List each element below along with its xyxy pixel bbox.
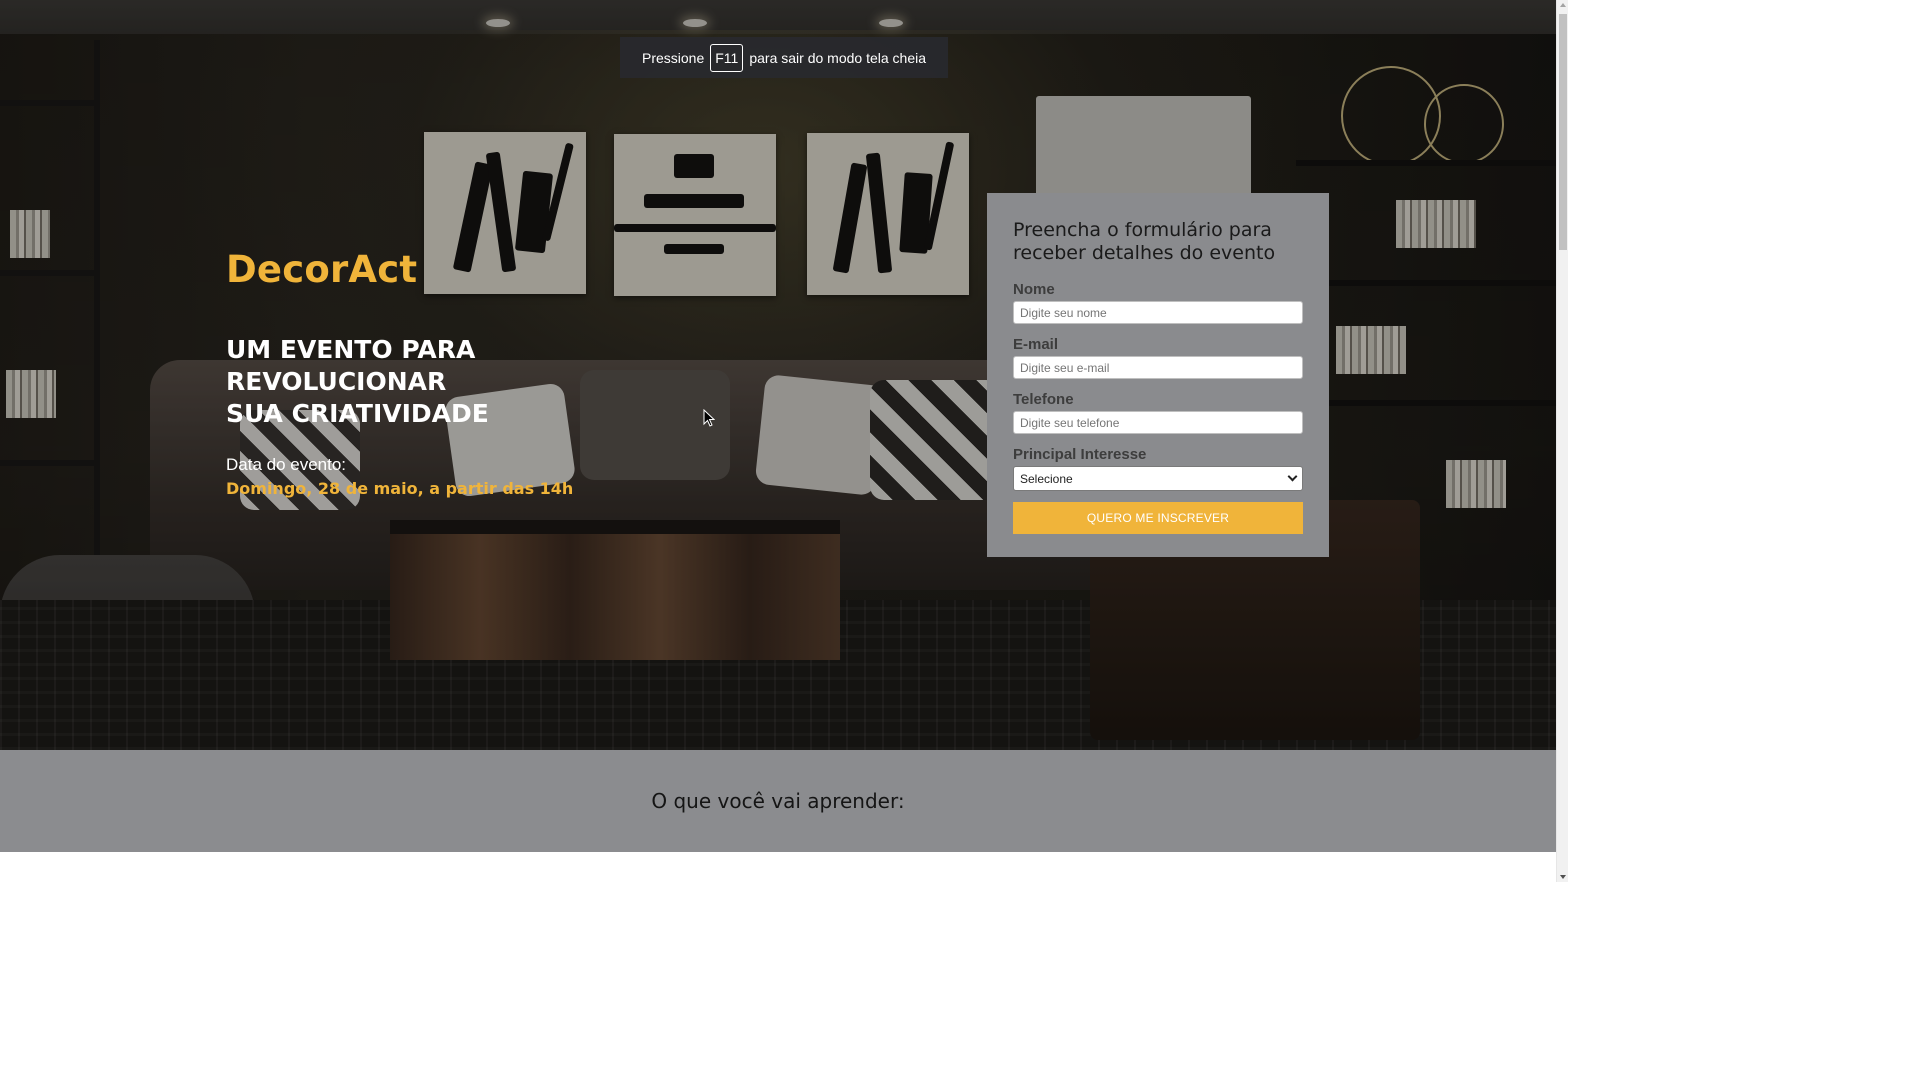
scroll-thumb[interactable] (1559, 14, 1567, 250)
interest-selected-value: Selecione (1020, 471, 1073, 486)
name-input[interactable] (1013, 301, 1303, 324)
toast-suffix: para sair do modo tela cheia (749, 49, 927, 66)
brand-logo: DecorAct (226, 248, 418, 291)
chevron-down-icon (1287, 471, 1298, 482)
scroll-up-arrow-icon[interactable] (1560, 3, 1566, 7)
mouse-cursor-icon (703, 409, 715, 427)
f11-key: F11 (710, 43, 744, 72)
subscribe-button-label: QUERO ME INSCREVER (1086, 511, 1230, 525)
interest-select[interactable]: Selecione (1013, 466, 1303, 491)
hero-headline: UM EVENTO PARA REVOLUCIONAR SUA CRIATIVI… (226, 334, 489, 430)
headline-line: REVOLUCIONAR (226, 367, 447, 396)
toast-prefix: Pressione (641, 49, 705, 66)
headline-line: SUA CRIATIVIDADE (226, 399, 489, 428)
event-date-value: Domingo, 28 de maio, a partir das 14h (226, 479, 574, 498)
page-scrollbar[interactable] (1556, 0, 1568, 882)
subscribe-button[interactable]: QUERO ME INSCREVER (1013, 502, 1303, 534)
phone-label: Telefone (1013, 391, 1074, 408)
event-date-label: Data do evento: (226, 455, 347, 474)
headline-line: UM EVENTO PARA (226, 335, 476, 364)
phone-input[interactable] (1013, 411, 1303, 434)
signup-form: Preencha o formulário para receber detal… (987, 193, 1329, 557)
name-label: Nome (1013, 281, 1055, 298)
learn-section-title: O que você vai aprender: (651, 789, 905, 813)
interest-label: Principal Interesse (1013, 446, 1147, 463)
fullscreen-toast: Pressione F11 para sair do modo tela che… (620, 37, 948, 78)
scroll-down-arrow-icon[interactable] (1560, 875, 1566, 879)
email-label: E-mail (1013, 336, 1059, 353)
hero-section: DecorAct UM EVENTO PARA REVOLUCIONAR SUA… (0, 0, 1556, 750)
learn-section: O que você vai aprender: (0, 750, 1556, 852)
form-title: Preencha o formulário para receber detal… (1013, 219, 1276, 264)
email-input[interactable] (1013, 356, 1303, 379)
